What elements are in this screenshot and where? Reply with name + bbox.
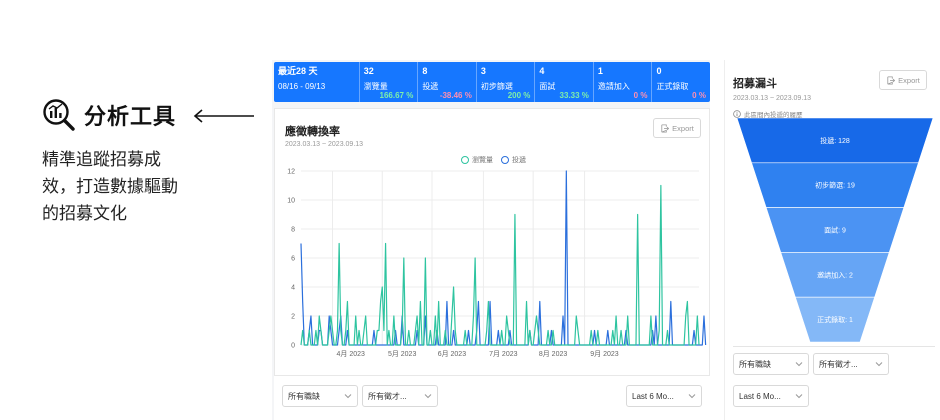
stat-percent: 200 % bbox=[507, 91, 531, 100]
chevron-down-icon bbox=[424, 394, 432, 399]
y-tick-label: 12 bbox=[287, 169, 295, 176]
chart-title: 應徵轉換率 bbox=[285, 126, 340, 138]
y-tick-label: 6 bbox=[291, 256, 295, 263]
stat-hired[interactable]: 0 正式錄取 0 % bbox=[651, 62, 710, 102]
stat-percent: 0 % bbox=[633, 91, 648, 100]
legend-swatch bbox=[461, 156, 469, 164]
funnel-stage-label: 正式錄取: 1 bbox=[817, 315, 853, 324]
stat-views[interactable]: 32 瀏覽量 166.67 % bbox=[358, 62, 418, 102]
arrow-left-icon bbox=[193, 109, 254, 123]
x-tick-label: 8月 2023 bbox=[539, 350, 568, 358]
select-value: Last 6 Mo... bbox=[739, 391, 781, 401]
funnel-stage-label: 初步篩選: 19 bbox=[815, 181, 855, 190]
chart-date-range: 2023.03.13 ~ 2023.09.13 bbox=[285, 141, 364, 148]
funnel-stage-label: 面試: 9 bbox=[824, 226, 846, 235]
select-value: 所有職缺 bbox=[288, 391, 320, 401]
export-label: Export bbox=[672, 123, 694, 133]
funnel-chart: 投遞: 128 初步篩選: 19 面試: 9 邀請加入: 2 正式錄取: 1 bbox=[736, 118, 934, 342]
select-value: 所有職缺 bbox=[739, 359, 771, 369]
stat-screening[interactable]: 3 初步篩選 200 % bbox=[475, 62, 535, 102]
chart-legend: 瀏覽量 投遞 bbox=[461, 155, 526, 165]
x-tick-label: 5月 2023 bbox=[388, 350, 417, 358]
stat-label: 08/16 - 09/13 bbox=[278, 82, 326, 91]
legend-swatch bbox=[501, 156, 509, 164]
promo-desc-line: 精準追蹤招募成 bbox=[42, 150, 161, 169]
stat-percent: 33.33 % bbox=[559, 91, 589, 100]
stat-percent: -38.46 % bbox=[439, 91, 472, 100]
recruitment-funnel-card: 招募漏斗 2023.03.13 ~ 2023.09.13 Export 此區間內… bbox=[724, 60, 940, 420]
select-value: 所有徵才... bbox=[819, 359, 858, 369]
export-icon bbox=[887, 75, 896, 85]
chevron-down-icon bbox=[688, 394, 696, 399]
funnel-source-filter-select[interactable]: 所有徵才... bbox=[813, 353, 889, 375]
funnel-stage-label: 投遞: 128 bbox=[820, 136, 850, 145]
stat-percent: 166.67 % bbox=[379, 91, 414, 100]
series-line-views bbox=[300, 184, 700, 346]
chevron-down-icon bbox=[795, 394, 803, 399]
chevron-down-icon bbox=[795, 362, 803, 367]
period-filter-select[interactable]: Last 6 Mo... bbox=[626, 385, 702, 407]
chevron-down-icon bbox=[344, 394, 352, 399]
funnel-date-range: 2023.03.13 ~ 2023.09.13 bbox=[733, 95, 812, 102]
stat-value: 1 bbox=[597, 66, 603, 76]
stat-period[interactable]: 最近28 天 08/16 - 09/13 bbox=[274, 62, 359, 102]
divider bbox=[733, 346, 935, 347]
export-button[interactable]: Export bbox=[653, 118, 701, 138]
promo-desc-line: 的招募文化 bbox=[42, 204, 127, 223]
chevron-down-icon bbox=[875, 362, 883, 367]
promo-description: 精準追蹤招募成 效，打造數據驅動 的招募文化 bbox=[42, 146, 212, 227]
y-tick-label: 8 bbox=[291, 227, 295, 234]
y-tick-label: 0 bbox=[291, 343, 295, 350]
export-icon bbox=[661, 123, 670, 133]
x-tick-label: 4月 2023 bbox=[337, 350, 366, 358]
stat-value: 8 bbox=[422, 66, 428, 76]
source-filter-select[interactable]: 所有徵才... bbox=[362, 385, 438, 407]
stat-invited[interactable]: 1 邀請加入 0 % bbox=[592, 62, 652, 102]
stat-value: 32 bbox=[363, 66, 374, 76]
funnel-stage-label: 邀請加入: 2 bbox=[817, 270, 853, 279]
funnel-period-filter-select[interactable]: Last 6 Mo... bbox=[733, 385, 809, 407]
x-tick-label: 9月 2023 bbox=[590, 350, 619, 358]
y-tick-label: 2 bbox=[291, 314, 295, 321]
stat-value: 3 bbox=[480, 66, 486, 76]
promo-desc-line: 效，打造數據驅動 bbox=[42, 177, 178, 196]
legend-item-views[interactable]: 瀏覽量 bbox=[461, 155, 493, 165]
stat-percent: 0 % bbox=[692, 91, 706, 100]
funnel-job-filter-select[interactable]: 所有職缺 bbox=[733, 353, 809, 375]
legend-item-applications[interactable]: 投遞 bbox=[501, 155, 526, 165]
promo-title: 分析工具 bbox=[84, 104, 177, 129]
legend-label: 投遞 bbox=[512, 157, 526, 164]
select-value: 所有徵才... bbox=[368, 391, 407, 401]
stat-applications[interactable]: 8 投遞 -38.46 % bbox=[417, 62, 476, 102]
main-filter-row: 所有職缺 所有徵才... Last 6 Mo... bbox=[274, 376, 710, 420]
funnel-export-button[interactable]: Export bbox=[879, 70, 927, 90]
stat-value: 4 bbox=[539, 66, 545, 76]
y-tick-label: 4 bbox=[291, 285, 295, 292]
select-value: Last 6 Mo... bbox=[632, 391, 674, 401]
funnel-title: 招募漏斗 bbox=[733, 78, 777, 90]
y-tick-label: 10 bbox=[287, 198, 295, 205]
stat-value: 最近28 天 bbox=[278, 66, 318, 76]
x-tick-label: 6月 2023 bbox=[438, 350, 467, 358]
info-icon bbox=[733, 110, 741, 118]
stat-value: 0 bbox=[656, 66, 662, 76]
stat-interview[interactable]: 4 面試 33.33 % bbox=[534, 62, 593, 102]
line-chart: 0 2 4 6 8 10 12 4月 2023 5月 2023 6月 2023 7月 2023 8月 … bbox=[287, 169, 707, 358]
export-label: Export bbox=[898, 75, 920, 85]
x-tick-label: 7月 2023 bbox=[489, 350, 518, 358]
conversion-chart-card: 應徵轉換率 2023.03.13 ~ 2023.09.13 Export 瀏覽量… bbox=[274, 108, 710, 376]
stats-bar: 最近28 天 08/16 - 09/13 32 瀏覽量 166.67 % 8 投… bbox=[274, 62, 710, 102]
analytics-magnifier-icon bbox=[43, 99, 75, 131]
job-filter-select[interactable]: 所有職缺 bbox=[282, 385, 358, 407]
legend-label: 瀏覽量 bbox=[472, 157, 493, 164]
promo-heading: 分析工具 bbox=[42, 98, 176, 132]
